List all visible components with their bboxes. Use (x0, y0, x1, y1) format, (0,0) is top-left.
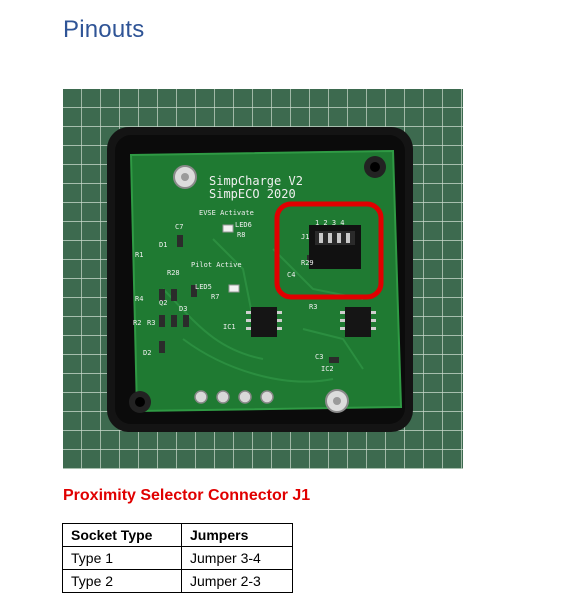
page-heading: Pinouts (63, 16, 145, 43)
silk-d1: D1 (159, 241, 167, 249)
cell-jumpers: Jumper 3-4 (181, 546, 293, 570)
led5 (228, 284, 240, 293)
silk-r7: R7 (211, 293, 219, 301)
silk-board-line2: SimpECO 2020 (209, 187, 296, 201)
silk-c4: C4 (287, 271, 295, 279)
cell-socket-type: Type 2 (62, 569, 182, 593)
silk-d2: D2 (143, 349, 151, 357)
section-title: Proximity Selector Connector J1 (63, 487, 311, 504)
table-row: Type 2 Jumper 2-3 (62, 569, 293, 593)
cell-jumpers: Jumper 2-3 (181, 569, 293, 593)
column-header-jumpers: Jumpers (181, 523, 293, 547)
table-header-row: Socket Type Jumpers (62, 523, 293, 547)
board-photo: SimpCharge V2 SimpECO 2020 EVSE Activate… (63, 89, 463, 469)
silk-r2: R2 (133, 319, 141, 327)
silk-pilot: Pilot Active (191, 261, 242, 269)
silk-pin-numbers: 1 2 3 4 (315, 219, 345, 227)
silk-r29: R29 (301, 259, 314, 267)
silk-ic2: IC2 (321, 365, 334, 373)
silk-led5: LED5 (195, 283, 212, 291)
silk-led6: LED6 (235, 221, 252, 229)
silk-r3: R3 (147, 319, 155, 327)
silk-r8: R8 (237, 231, 245, 239)
silk-d3: D3 (179, 305, 187, 313)
silk-ic1: IC1 (223, 323, 236, 331)
cell-socket-type: Type 1 (62, 546, 182, 570)
column-header-socket-type: Socket Type (62, 523, 182, 547)
jumper-table: Socket Type Jumpers Type 1 Jumper 3-4 Ty… (62, 523, 293, 593)
silk-evse: EVSE Activate (199, 209, 254, 217)
silk-q2: Q2 (159, 299, 167, 307)
led6 (222, 224, 234, 233)
silk-j1: J1 (301, 233, 309, 241)
silk-r28: R28 (167, 269, 180, 277)
silk-c7: C7 (175, 223, 183, 231)
ic2-chip (345, 307, 371, 337)
silk-r3-right: R3 (309, 303, 317, 311)
ic1-chip (251, 307, 277, 337)
table-row: Type 1 Jumper 3-4 (62, 546, 293, 570)
silk-r1: R1 (135, 251, 143, 259)
silk-r4: R4 (135, 295, 143, 303)
silk-board-line1: SimpCharge V2 (209, 174, 303, 188)
silk-c3: C3 (315, 353, 323, 361)
